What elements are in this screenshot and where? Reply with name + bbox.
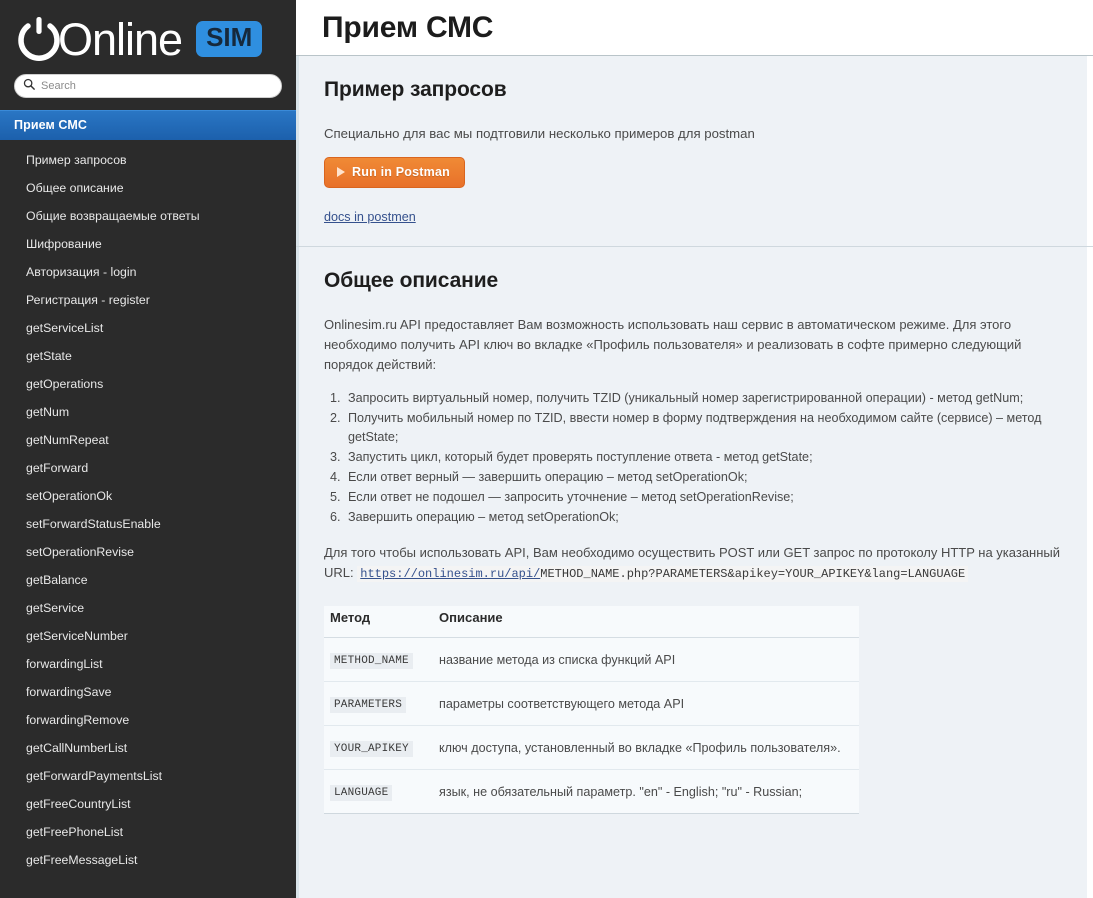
list-item: Если ответ не подошел — запросить уточне…: [344, 488, 1063, 507]
sidebar-item-getnumrepeat[interactable]: getNumRepeat: [0, 426, 296, 454]
run-in-postman-button[interactable]: Run in Postman: [324, 157, 465, 188]
cell-method: METHOD_NAME: [324, 638, 429, 682]
table-row: METHOD_NAME название метода из списка фу…: [324, 638, 859, 682]
search-area: [0, 70, 296, 110]
examples-title: Пример запросов: [324, 78, 507, 101]
overview-url-paragraph: Для того чтобы использовать API, Вам нео…: [324, 543, 1063, 584]
sidebar-item-shifrovanie[interactable]: Шифрование: [0, 230, 296, 258]
sidebar-item-getfreecountrylist[interactable]: getFreeCountryList: [0, 790, 296, 818]
power-button-icon: [14, 14, 64, 64]
sidebar-item-forwardinglist[interactable]: forwardingList: [0, 650, 296, 678]
app-root: Online SIM Прием СМС Пример запросов Общ…: [0, 0, 1093, 898]
list-item: Если ответ верный — завершить операцию –…: [344, 468, 1063, 487]
sidebar-item-setoperationrevise[interactable]: setOperationRevise: [0, 538, 296, 566]
sidebar-item-setoperationok[interactable]: setOperationOk: [0, 482, 296, 510]
logo-area: Online SIM: [0, 0, 296, 70]
sidebar-item-getfreephonelist[interactable]: getFreePhoneList: [0, 818, 296, 846]
api-base-url-link[interactable]: https://onlinesim.ru/api/: [360, 567, 540, 581]
sidebar-item-login[interactable]: Авторизация - login: [0, 258, 296, 286]
search-box[interactable]: [14, 74, 282, 98]
sidebar-item-register[interactable]: Регистрация - register: [0, 286, 296, 314]
run-in-postman-label: Run in Postman: [352, 165, 450, 179]
list-item: Запросить виртуальный номер, получить TZ…: [344, 389, 1063, 408]
sidebar-nav-list: Пример запросов Общее описание Общие воз…: [0, 140, 296, 874]
code-token: LANGUAGE: [330, 785, 393, 801]
sidebar-item-active[interactable]: Прием СМС: [0, 110, 296, 140]
sidebar-item-getservicenumber[interactable]: getServiceNumber: [0, 622, 296, 650]
api-url-code: https://onlinesim.ru/api/METHOD_NAME.php…: [357, 566, 969, 582]
list-item: Получить мобильный номер по TZID, ввести…: [344, 409, 1063, 447]
code-token: YOUR_APIKEY: [330, 741, 413, 757]
cell-description: ключ доступа, установленный во вкладке «…: [429, 725, 859, 770]
sidebar-item-setforwardstatusenable[interactable]: setForwardStatusEnable: [0, 510, 296, 538]
cell-description: параметры соответствующего метода API: [429, 681, 859, 726]
sidebar-item-getcallnumberlist[interactable]: getCallNumberList: [0, 734, 296, 762]
page-title: Прием СМС: [322, 11, 494, 44]
table-row: PARAMETERS параметры соответствующего ме…: [324, 681, 859, 726]
overview-title: Общее описание: [324, 269, 499, 292]
brand-badge: SIM: [196, 21, 263, 57]
sidebar-item-getforwardpaymentslist[interactable]: getForwardPaymentsList: [0, 762, 296, 790]
sidebar-item-getbalance[interactable]: getBalance: [0, 566, 296, 594]
sidebar-item-getnum[interactable]: getNum: [0, 398, 296, 426]
overview-intro: Onlinesim.ru API предоставляет Вам возмо…: [324, 317, 1022, 372]
sidebar-item-obshchee-opisanie[interactable]: Общее описание: [0, 174, 296, 202]
cell-description: язык, не обязательный параметр. "en" - E…: [429, 769, 859, 814]
overview-steps: Запросить виртуальный номер, получить TZ…: [344, 389, 1063, 527]
sidebar-item-forwardingsave[interactable]: forwardingSave: [0, 678, 296, 706]
code-token: METHOD_NAME: [330, 653, 413, 669]
section-examples: Пример запросов Специально для вас мы по…: [296, 56, 1093, 246]
sidebar-item-getservicelist[interactable]: getServiceList: [0, 314, 296, 342]
list-item: Запустить цикл, который будет проверять …: [344, 448, 1063, 467]
content-area: Пример запросов Специально для вас мы по…: [296, 56, 1093, 898]
examples-lead: Специально для вас мы подтговили несколь…: [324, 126, 755, 141]
cell-method: YOUR_APIKEY: [324, 725, 429, 770]
cell-method: LANGUAGE: [324, 769, 429, 814]
sidebar: Online SIM Прием СМС Пример запросов Общ…: [0, 0, 296, 898]
code-token: PARAMETERS: [330, 697, 407, 713]
search-icon: [23, 77, 35, 95]
sidebar-item-obshchie-otvety[interactable]: Общие возвращаемые ответы: [0, 202, 296, 230]
sidebar-item-forwardingremove[interactable]: forwardingRemove: [0, 706, 296, 734]
page-header: Прием СМС: [296, 0, 1093, 56]
table-row: YOUR_APIKEY ключ доступа, установленный …: [324, 725, 859, 770]
sidebar-item-primer-zaprosov[interactable]: Пример запросов: [0, 146, 296, 174]
api-url-rest: METHOD_NAME.php?PARAMETERS&apikey=YOUR_A…: [540, 567, 966, 581]
docs-in-postmen-link[interactable]: docs in postmen: [324, 210, 416, 224]
brand-name: Online: [58, 13, 183, 65]
column-header-description: Описание: [429, 606, 859, 638]
table-body: METHOD_NAME название метода из списка фу…: [324, 638, 859, 814]
cell-method: PARAMETERS: [324, 681, 429, 726]
search-input[interactable]: [41, 80, 273, 92]
section-overview: Общее описание Onlinesim.ru API предоста…: [296, 246, 1093, 834]
list-item: Завершить операцию – метод setOperationO…: [344, 508, 1063, 527]
sidebar-item-getfreemessagelist[interactable]: getFreeMessageList: [0, 846, 296, 874]
sidebar-item-getforward[interactable]: getForward: [0, 454, 296, 482]
column-header-method: Метод: [324, 606, 429, 638]
play-icon: [337, 167, 345, 177]
table-head: Метод Описание: [324, 606, 859, 638]
sidebar-item-getstate[interactable]: getState: [0, 342, 296, 370]
parameters-table: Метод Описание METHOD_NAME название мето…: [324, 606, 859, 814]
table-header-row: Метод Описание: [324, 606, 859, 638]
sidebar-item-getservice[interactable]: getService: [0, 594, 296, 622]
cell-description: название метода из списка функций API: [439, 652, 676, 667]
table-row: LANGUAGE язык, не обязательный параметр.…: [324, 769, 859, 814]
main-content: Прием СМС Пример запросов Специально для…: [296, 0, 1093, 898]
brand-logo[interactable]: Online SIM: [14, 10, 282, 68]
sidebar-item-getoperations[interactable]: getOperations: [0, 370, 296, 398]
